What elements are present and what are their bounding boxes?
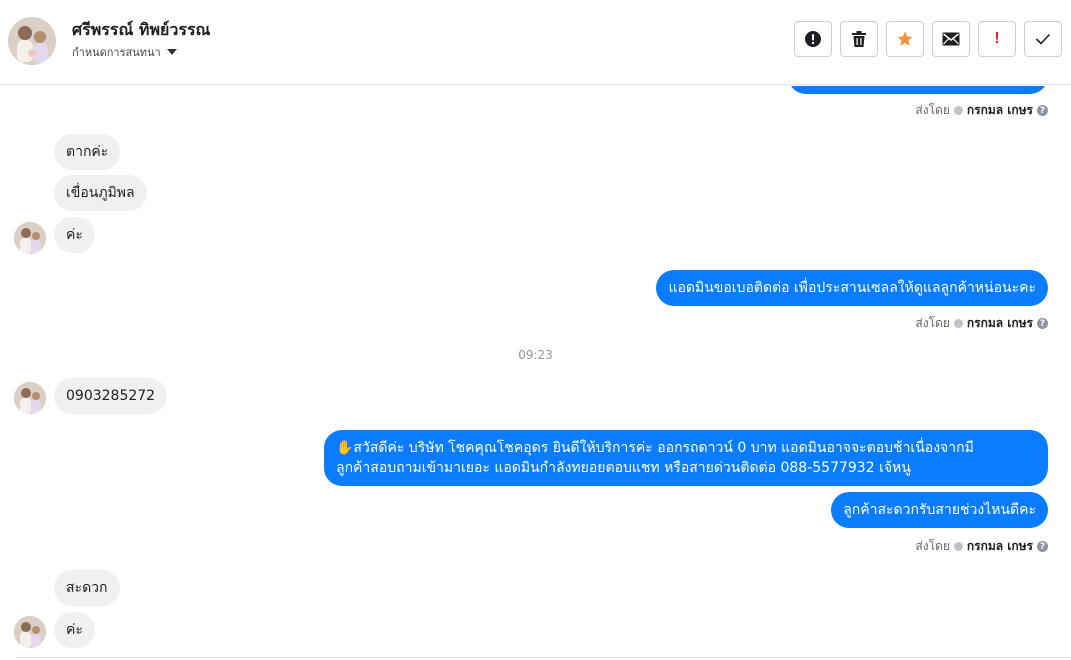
sent-status-icon: [953, 319, 963, 328]
message-thread[interactable]: ส่งโดย กรกมล เกษร ? ตากค่ะ เขื่อนภูมิพล …: [0, 86, 1071, 660]
help-icon[interactable]: ?: [1037, 318, 1048, 329]
outgoing-message: ✋สวัสดีค่ะ บริษัท โชคคุณโชคอุดร ยินดีให้…: [324, 430, 1048, 486]
incoming-message: ตากค่ะ: [54, 134, 121, 170]
agent-name: กรกมล เกษร: [966, 539, 1033, 553]
outgoing-message: แอดมินขอเบอติดต่อ เพื่อประสานเซลลให้ดูแล…: [656, 270, 1048, 306]
incoming-message: ค่ะ: [54, 612, 95, 648]
timestamp-separator: 09:23: [518, 348, 553, 362]
incoming-message: เขื่อนภูมิพล: [54, 175, 147, 211]
contact-name: ศรีพรรณ์ ทิพย์วรรณ: [72, 20, 211, 39]
star-icon: [897, 31, 913, 46]
incoming-message: ค่ะ: [54, 217, 95, 253]
spam-button[interactable]: !: [978, 21, 1016, 57]
trash-icon: [852, 31, 866, 47]
conversation-status-dropdown[interactable]: กำหนดการสนทนา: [72, 43, 177, 61]
envelope-icon: [942, 32, 960, 46]
contact-avatar-small: [14, 616, 46, 648]
incoming-message: สะดวก: [54, 570, 120, 606]
conversation-status-label: กำหนดการสนทนา: [72, 46, 161, 59]
caret-down-icon: [166, 49, 177, 55]
composer-divider: [16, 657, 1071, 658]
help-icon[interactable]: ?: [1037, 541, 1048, 552]
incoming-message: 0903285272: [54, 378, 168, 414]
report-button[interactable]: [794, 21, 832, 57]
sent-status-icon: [953, 542, 963, 551]
agent-name: กรกมล เกษร: [966, 316, 1033, 330]
help-icon[interactable]: ?: [1037, 105, 1048, 116]
message-line: ลูกค้าสอบถามเข้ามาเยอะ แอดมินกำลังทยอยตอ…: [336, 460, 911, 476]
mark-unread-button[interactable]: [932, 21, 970, 57]
conversation-header: ศรีพรรณ์ ทิพย์วรรณ กำหนดการสนทนา !: [0, 0, 1071, 85]
outgoing-message-partial: [788, 86, 1048, 94]
conversation-toolbar: !: [794, 21, 1062, 57]
delete-button[interactable]: [840, 21, 878, 57]
contact-avatar-small: [14, 222, 46, 254]
sent-by-label: ส่งโดย กรกมล เกษร ?: [915, 537, 1048, 556]
contact-avatar-small: [14, 382, 46, 414]
alert-circle-icon: [805, 31, 821, 47]
exclamation-icon: !: [994, 30, 1000, 47]
outgoing-message: ลูกค้าสะดวกรับสายช่วงไหนดีคะ: [831, 492, 1048, 528]
sent-by-label: ส่งโดย กรกมล เกษร ?: [915, 314, 1048, 333]
mark-done-button[interactable]: [1024, 21, 1062, 57]
agent-name: กรกมล เกษร: [966, 103, 1033, 117]
message-line: ✋สวัสดีค่ะ บริษัท โชคคุณโชคอุดร ยินดีให้…: [336, 440, 974, 456]
check-icon: [1035, 33, 1051, 45]
sent-by-label: ส่งโดย กรกมล เกษร ?: [915, 101, 1048, 120]
sent-status-icon: [953, 106, 963, 115]
contact-avatar[interactable]: [8, 17, 56, 65]
star-button[interactable]: [886, 21, 924, 57]
